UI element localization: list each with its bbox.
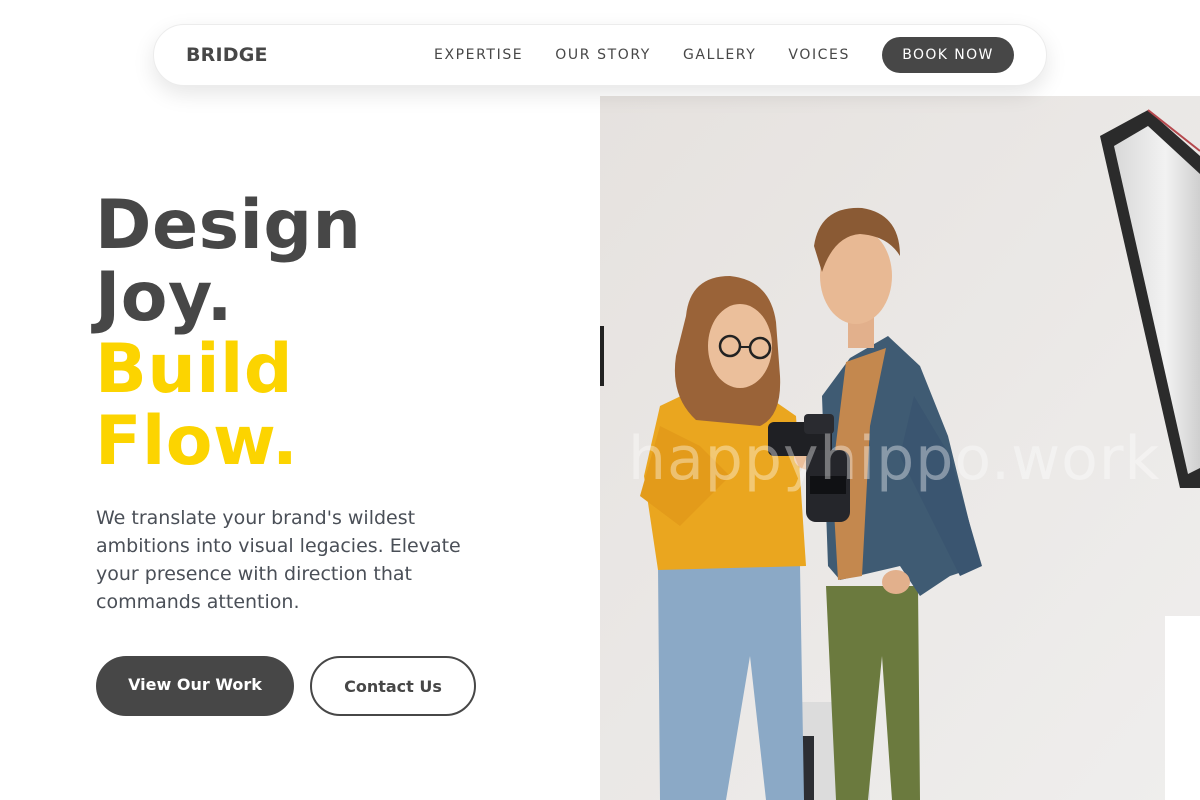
hero-description: We translate your brand's wildest ambiti… <box>96 507 461 613</box>
contact-us-button[interactable]: Contact Us <box>310 656 476 716</box>
nav-link-voices[interactable]: VOICES <box>788 47 850 63</box>
book-now-button[interactable]: BOOK NOW <box>882 37 1014 73</box>
image-watermark: happyhippo.work <box>628 424 1161 494</box>
nav-link-gallery[interactable]: GALLERY <box>683 47 756 63</box>
brand-logo[interactable]: BRIDGE <box>186 44 268 66</box>
nav-link-expertise[interactable]: EXPERTISE <box>434 47 523 63</box>
nav-links: EXPERTISE OUR STORY GALLERY VOICES BOOK … <box>434 37 1014 73</box>
hero-title: Design Joy. Build Flow. <box>95 190 361 478</box>
view-our-work-button[interactable]: View Our Work <box>96 656 294 716</box>
navbar: BRIDGE EXPERTISE OUR STORY GALLERY VOICE… <box>153 24 1047 86</box>
hero-title-line-flow: Flow. <box>95 402 299 481</box>
hero-photo: happyhippo.work <box>600 96 1200 800</box>
hero-title-line-design: Design <box>95 186 362 265</box>
nav-link-our-story[interactable]: OUR STORY <box>555 47 651 63</box>
hero-title-line-joy: Joy. <box>95 258 233 337</box>
hero-title-line-build: Build <box>95 330 294 409</box>
